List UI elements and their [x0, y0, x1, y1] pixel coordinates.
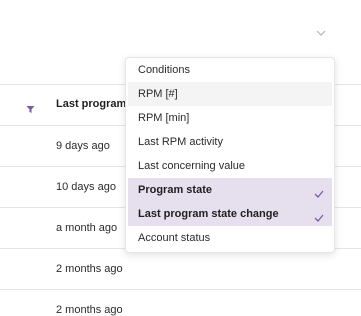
column-visibility-menu: Conditions RPM [#] RPM [min] Last RPM ac… [125, 57, 335, 253]
menu-item-label: Last program state change [138, 208, 279, 220]
menu-item-last-program-state-change[interactable]: Last program state change [128, 202, 332, 226]
menu-item-label: Account status [138, 232, 211, 244]
chevron-down-icon[interactable] [314, 26, 328, 40]
menu-item-last-rpm-activity[interactable]: Last RPM activity [128, 130, 332, 154]
menu-item-label: Conditions [138, 64, 190, 76]
menu-item-conditions[interactable]: Conditions [128, 58, 332, 82]
menu-item-label: Last concerning value [138, 160, 246, 172]
menu-item-label: RPM [#] [138, 88, 178, 100]
filter-icon[interactable] [26, 101, 35, 113]
table-cell: 9 days ago [56, 140, 110, 152]
menu-item-label: Program state [138, 184, 212, 196]
menu-item-rpm-min[interactable]: RPM [min] [128, 106, 332, 130]
column-header-last-program[interactable]: Last program [56, 98, 126, 110]
table-cell: 10 days ago [56, 181, 116, 193]
table-cell: 2 months ago [56, 304, 123, 316]
check-icon [314, 208, 324, 222]
menu-item-rpm-count[interactable]: RPM [#] [128, 82, 332, 106]
menu-item-account-status[interactable]: Account status [128, 226, 332, 250]
table-cell: 2 months ago [56, 263, 123, 275]
table-row[interactable]: 2 months ago [0, 249, 361, 290]
table-cell: a month ago [56, 222, 118, 234]
table-row[interactable]: 2 months ago [0, 290, 361, 316]
menu-item-last-concerning-value[interactable]: Last concerning value [128, 154, 332, 178]
check-icon [314, 184, 324, 198]
menu-item-label: Last RPM activity [138, 136, 223, 148]
menu-item-program-state[interactable]: Program state [128, 178, 332, 202]
toolbar [0, 0, 361, 65]
menu-item-label: RPM [min] [138, 112, 190, 124]
